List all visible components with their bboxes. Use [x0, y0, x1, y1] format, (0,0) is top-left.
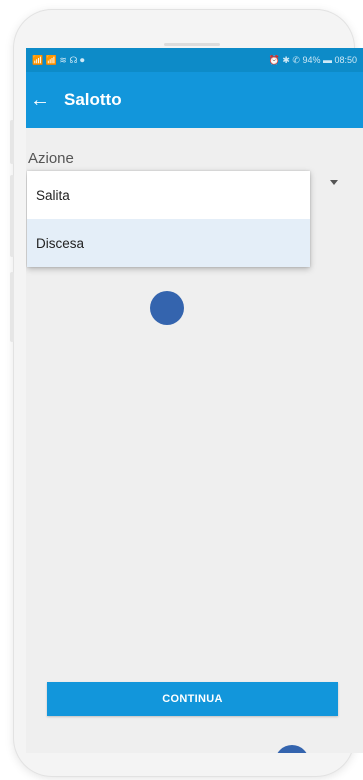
status-right-info: ⏰ ✱ ✆ 94% ▬ 08:50 — [268, 54, 357, 65]
dropdown-option-discesa[interactable]: Discesa — [27, 219, 310, 267]
azione-label: Azione — [28, 150, 74, 167]
touch-indicator — [275, 745, 309, 753]
status-left-icons: 📶 📶 ≋ ☊ ⏺ — [32, 54, 85, 65]
phone-side-button — [10, 120, 14, 164]
phone-speaker — [164, 43, 220, 46]
azione-dropdown-menu: Salita Discesa — [27, 171, 310, 267]
dropdown-arrow-icon[interactable] — [330, 180, 338, 185]
status-bar: 📶 📶 ≋ ☊ ⏺ ⏰ ✱ ✆ 94% ▬ 08:50 — [26, 48, 363, 72]
dropdown-option-salita[interactable]: Salita — [27, 171, 310, 219]
touch-indicator — [150, 291, 184, 325]
phone-side-button — [10, 272, 14, 342]
app-screen: 📶 📶 ≋ ☊ ⏺ ⏰ ✱ ✆ 94% ▬ 08:50 ← Salotto Az… — [26, 48, 363, 753]
phone-side-button — [10, 175, 14, 257]
page-title: Salotto — [64, 90, 122, 109]
app-bar: ← Salotto — [26, 72, 363, 128]
back-arrow-icon[interactable]: ← — [26, 72, 60, 128]
continue-button[interactable]: CONTINUA — [47, 682, 338, 716]
